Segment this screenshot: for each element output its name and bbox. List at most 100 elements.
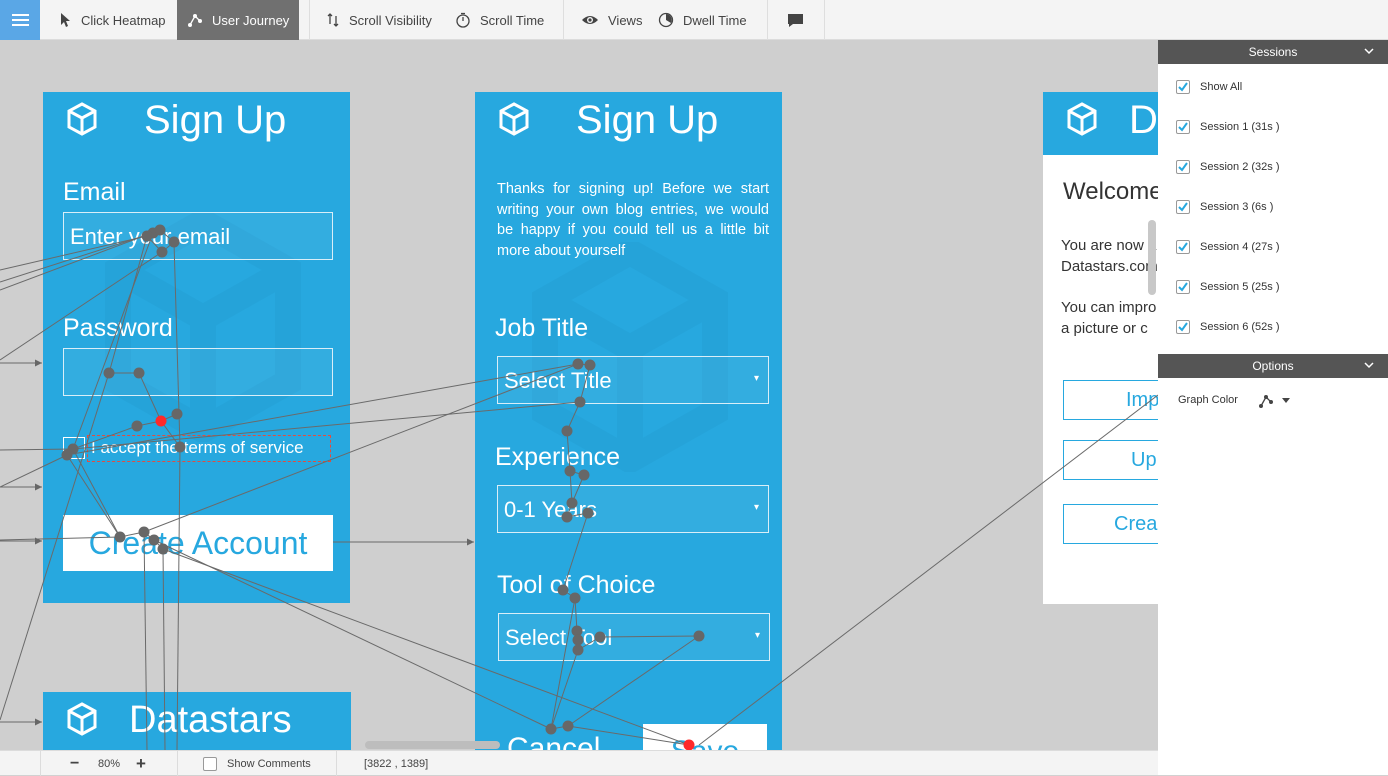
journey-node[interactable] [156, 246, 168, 258]
checkbox-checked [1176, 160, 1190, 174]
journey-node[interactable] [566, 497, 578, 509]
scroll-time-tab[interactable]: Scroll Time [455, 0, 544, 40]
options-header[interactable]: Options [1158, 354, 1388, 378]
show-comments-toggle[interactable]: Show Comments [203, 751, 311, 776]
journey-canvas[interactable]: Sign Up Email Enter your email Password … [0, 40, 1158, 750]
journey-node[interactable] [103, 367, 115, 379]
journey-node[interactable] [148, 534, 160, 546]
graph-color-label: Graph Color [1178, 394, 1238, 406]
journey-node[interactable] [574, 396, 586, 408]
scroll-visibility-tab[interactable]: Scroll Visibility [326, 0, 432, 40]
show-all-label: Show All [1200, 81, 1243, 93]
session-checkbox[interactable]: Session 4 (27s ) [1176, 237, 1279, 257]
journey-node[interactable] [569, 592, 581, 604]
zoom-in-button[interactable]: + [136, 751, 146, 776]
sessions-header-label: Sessions [1248, 45, 1298, 59]
caret-down-icon [1282, 398, 1290, 403]
sessions-header[interactable]: Sessions [1158, 40, 1388, 64]
plus-icon: + [136, 753, 146, 773]
session-checkbox[interactable]: Session 2 (32s ) [1176, 157, 1279, 177]
journey-node[interactable] [157, 543, 169, 555]
journey-node[interactable] [584, 359, 596, 371]
scroll-visibility-label: Scroll Visibility [349, 12, 432, 28]
journey-node[interactable] [562, 720, 574, 732]
journey-path-segment [0, 235, 148, 271]
journey-node[interactable] [131, 420, 143, 432]
journey-node[interactable] [174, 441, 186, 453]
eye-icon [582, 16, 598, 24]
journey-icon [1259, 395, 1273, 408]
journey-path-segment [567, 635, 700, 727]
arrow-head [35, 483, 42, 491]
session-checkbox[interactable]: Session 3 (6s ) [1176, 197, 1273, 217]
show-comments-label: Show Comments [227, 757, 311, 770]
toolbar-divider [824, 0, 825, 40]
bottom-divider [177, 751, 178, 776]
arrow-head [35, 718, 42, 726]
journey-node[interactable] [572, 358, 584, 370]
journey-node[interactable] [114, 531, 126, 543]
click-node[interactable] [155, 415, 167, 427]
session-label: Session 2 (32s ) [1200, 161, 1280, 173]
menu-button[interactable] [0, 0, 40, 40]
journey-path-segment [162, 548, 690, 746]
session-checkbox[interactable]: Session 5 (25s ) [1176, 277, 1279, 297]
bottom-divider [336, 751, 337, 776]
journey-path-segment [108, 235, 148, 374]
comments-button[interactable] [787, 0, 813, 40]
journey-node[interactable] [133, 367, 145, 379]
horizontal-scrollbar[interactable] [365, 741, 500, 749]
journey-node[interactable] [138, 526, 150, 538]
session-checkbox[interactable]: Session 1 (31s ) [1176, 117, 1279, 137]
journey-node[interactable] [693, 630, 705, 642]
journey-icon [188, 14, 202, 27]
journey-node[interactable] [561, 511, 573, 523]
journey-path-segment [66, 454, 121, 538]
journey-node[interactable] [561, 425, 573, 437]
graph-color-picker[interactable] [1258, 393, 1290, 409]
journey-node[interactable] [594, 631, 606, 643]
journey-node[interactable] [564, 465, 576, 477]
journey-node[interactable] [572, 644, 584, 656]
checkbox-checked [1176, 200, 1190, 214]
check-icon [1178, 122, 1188, 132]
journey-node[interactable] [557, 584, 569, 596]
journey-node[interactable] [545, 723, 557, 735]
scroll-time-label: Scroll Time [480, 12, 545, 28]
cursor-icon [61, 13, 70, 27]
journey-node[interactable] [578, 469, 590, 481]
check-icon [1178, 202, 1188, 212]
journey-node[interactable] [61, 449, 73, 461]
bottom-divider [40, 751, 41, 776]
journey-node[interactable] [572, 634, 584, 646]
click-node[interactable] [683, 739, 695, 751]
bottom-bar: − 80% + Show Comments [3822 , 1389] [0, 750, 1158, 776]
journey-path-segment [0, 448, 74, 451]
journey-node[interactable] [154, 224, 166, 236]
journey-path-segment [579, 364, 591, 403]
chevron-down-icon [1364, 362, 1374, 369]
chevron-down-icon [1364, 48, 1374, 55]
user-journey-tab[interactable]: User Journey [177, 0, 299, 40]
session-label: Session 4 (27s ) [1200, 241, 1280, 253]
journey-path-segment [138, 372, 162, 422]
journey-node[interactable] [168, 236, 180, 248]
dwell-time-tab[interactable]: Dwell Time [658, 0, 747, 40]
comment-icon [788, 13, 803, 27]
journey-nodes [35, 224, 705, 751]
journey-path-segment [0, 536, 121, 541]
show-all-checkbox[interactable]: Show All [1176, 77, 1242, 97]
journey-path-overlay [0, 224, 1158, 751]
session-checkbox[interactable]: Session 6 (52s ) [1176, 317, 1279, 337]
checkbox-checked [1176, 80, 1190, 94]
journey-node[interactable] [582, 507, 594, 519]
zoom-out-button[interactable]: − [70, 751, 79, 776]
views-tab[interactable]: Views [581, 0, 642, 40]
click-heatmap-tab[interactable]: Click Heatmap [58, 0, 176, 40]
user-journey-label: User Journey [212, 12, 290, 28]
journey-path-segment [550, 597, 576, 730]
journey-path-segment [562, 512, 589, 591]
journey-node[interactable] [141, 230, 153, 242]
journey-path-segment [599, 635, 700, 638]
journey-node[interactable] [171, 408, 183, 420]
